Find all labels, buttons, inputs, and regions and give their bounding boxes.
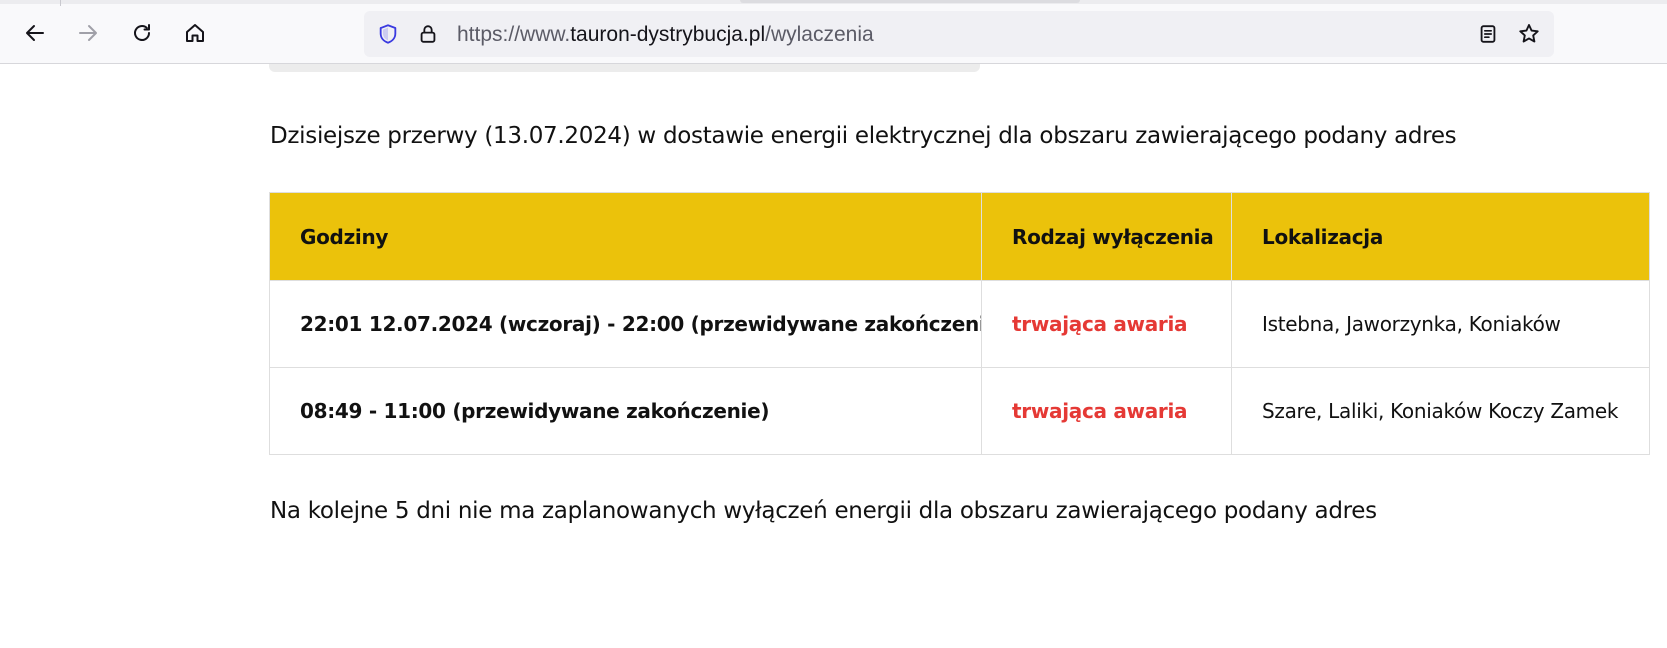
shield-icon[interactable] bbox=[376, 22, 400, 46]
outages-table: Godziny Rodzaj wyłączenia Lokalizacja 22… bbox=[269, 192, 1650, 455]
url-path: /wylaczenia bbox=[765, 23, 874, 46]
address-bar[interactable]: https://www.tauron-dystrybucja.pl/wylacz… bbox=[364, 11, 1554, 57]
address-search-panel bbox=[269, 64, 980, 72]
table-row: 08:49 - 11:00 (przewidywane zakończenie)… bbox=[269, 367, 1650, 455]
tab-divider bbox=[60, 0, 61, 6]
arrow-left-icon bbox=[23, 21, 47, 45]
upcoming-outages-note: Na kolejne 5 dni nie ma zaplanowanych wy… bbox=[270, 498, 1377, 524]
arrow-right-icon bbox=[76, 21, 100, 45]
lock-icon[interactable] bbox=[416, 22, 440, 46]
reload-icon bbox=[130, 21, 154, 45]
reload-button[interactable] bbox=[125, 16, 159, 50]
home-icon bbox=[183, 21, 207, 45]
browser-toolbar: https://www.tauron-dystrybucja.pl/wylacz… bbox=[0, 0, 1667, 64]
outage-type: trwająca awaria bbox=[981, 367, 1232, 455]
active-tab-edge[interactable] bbox=[740, 0, 1080, 3]
table-row: 22:01 12.07.2024 (wczoraj) - 22:00 (prze… bbox=[269, 280, 1650, 368]
outage-location: Szare, Laliki, Koniaków Koczy Zamek bbox=[1231, 367, 1650, 455]
table-header-row: Godziny Rodzaj wyłączenia Lokalizacja bbox=[269, 192, 1650, 281]
column-header-location: Lokalizacja bbox=[1231, 192, 1650, 281]
column-header-type: Rodzaj wyłączenia bbox=[981, 192, 1232, 281]
outage-hours: 08:49 - 11:00 (przewidywane zakończenie) bbox=[269, 367, 982, 455]
url-prefix: https://www. bbox=[457, 23, 571, 46]
outage-type: trwająca awaria bbox=[981, 280, 1232, 368]
forward-button[interactable] bbox=[71, 16, 105, 50]
outage-hours: 22:01 12.07.2024 (wczoraj) - 22:00 (prze… bbox=[269, 280, 982, 368]
home-button[interactable] bbox=[178, 16, 212, 50]
outage-location: Istebna, Jaworzynka, Koniaków bbox=[1231, 280, 1650, 368]
url-domain: tauron-dystrybucja.pl bbox=[570, 23, 766, 46]
back-button[interactable] bbox=[18, 16, 52, 50]
column-header-hours: Godziny bbox=[269, 192, 982, 281]
star-icon[interactable] bbox=[1517, 22, 1541, 46]
reader-view-icon[interactable] bbox=[1476, 22, 1500, 46]
today-outages-heading: Dzisiejsze przerwy (13.07.2024) w dostaw… bbox=[270, 123, 1457, 149]
url-text[interactable]: https://www.tauron-dystrybucja.pl/wylacz… bbox=[457, 23, 874, 47]
